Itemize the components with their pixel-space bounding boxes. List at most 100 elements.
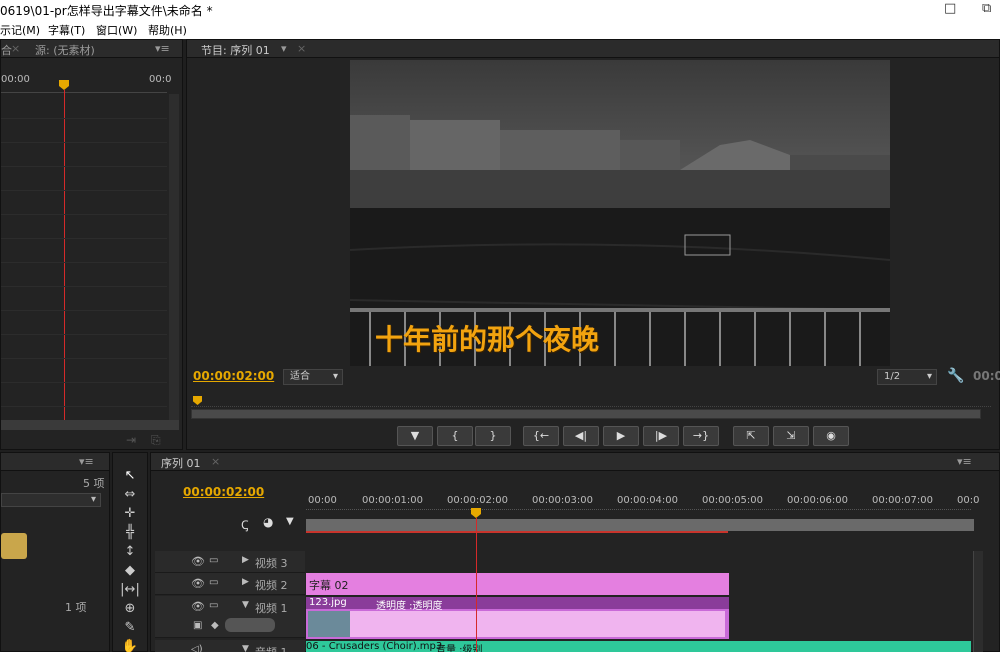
project-filter-select[interactable]: ▾	[1, 493, 101, 507]
ruler-line	[1, 92, 167, 93]
go-to-in-button[interactable]: {←	[523, 426, 559, 446]
panel-menu-icon[interactable]: ▾≡	[957, 455, 972, 468]
program-monitor: 节目: 序列 01 ▾ × 十年前的那个夜晚 00:00:02:00 适合 ▾ …	[186, 39, 1000, 450]
ruler-tick-label: 00:00	[308, 495, 337, 506]
go-to-out-button[interactable]: →}	[683, 426, 719, 446]
razor-tool-icon[interactable]: ◆	[119, 562, 141, 580]
fit-select-value: 适合	[290, 371, 310, 382]
program-timecode[interactable]: 00:00:02:00	[193, 369, 274, 383]
chevron-right-icon[interactable]: ▶	[242, 555, 249, 565]
mark-out-icon: }	[489, 429, 497, 442]
lock-icon[interactable]: ▭	[209, 555, 218, 566]
program-ruler[interactable]	[191, 395, 991, 407]
track-label: 音频 1	[255, 644, 288, 652]
ruler-tick-label: 00:00:06:00	[787, 495, 849, 506]
rate-stretch-tool-icon[interactable]: ↕	[119, 543, 141, 561]
marker-icon[interactable]: ▼	[286, 516, 294, 527]
menu-help[interactable]: 帮助(H)	[148, 22, 187, 38]
slip-tool-icon[interactable]: |↔|	[119, 581, 141, 599]
play-button[interactable]: ▶	[603, 426, 639, 446]
add-marker-icon[interactable]: ◕	[263, 515, 273, 529]
snap-icon[interactable]: Ꞔ	[241, 516, 249, 533]
menu-marker[interactable]: 示记(M)	[0, 22, 40, 38]
panel-menu-icon[interactable]: ▾≡	[79, 455, 94, 468]
panel-menu-icon[interactable]: ▾≡	[155, 42, 170, 55]
chevron-down-icon[interactable]: ▼	[242, 644, 249, 652]
tab-sequence[interactable]: 序列 01	[161, 455, 201, 471]
folder-icon[interactable]	[1, 533, 27, 559]
slide-tool-icon[interactable]: ⊕	[119, 600, 141, 618]
extract-icon: ⇲	[786, 429, 796, 442]
title-clip[interactable]: 字幕 02	[306, 573, 729, 595]
track-select-tool-icon[interactable]: ⇔	[119, 486, 141, 504]
program-duration: 00:0	[973, 369, 1000, 383]
extract-button[interactable]: ⇲	[773, 426, 809, 446]
ruler-tick-label: 00:00:02:00	[447, 495, 509, 506]
eye-icon[interactable]: 👁	[191, 555, 205, 568]
mark-in-button[interactable]: {	[437, 426, 473, 446]
playhead-icon[interactable]	[59, 80, 69, 90]
resolution-select[interactable]: 1/2 ▾	[877, 369, 937, 385]
keyframe-icon[interactable]: ◆	[211, 620, 219, 631]
audio-clip[interactable]: 06 - Crusaders (Choir).mp3 音量 :级别	[306, 641, 971, 652]
close-icon[interactable]: ×	[11, 42, 20, 55]
restore-button[interactable]: ⧉	[982, 1, 991, 16]
play-icon: ▶	[616, 429, 626, 442]
export-frame-button[interactable]: ◉	[813, 426, 849, 446]
rolling-edit-tool-icon[interactable]: ╬	[119, 524, 141, 542]
lift-icon: ⇱	[746, 429, 756, 442]
speaker-icon[interactable]: ◁)	[191, 644, 203, 652]
timeline-vscroll[interactable]	[973, 551, 983, 652]
go-to-in-icon: {←	[532, 429, 550, 442]
clip-label: 123.jpg	[309, 597, 347, 608]
chevron-down-icon: ▾	[332, 371, 338, 382]
lock-icon[interactable]: ▭	[209, 600, 218, 611]
wrench-icon[interactable]: 🔧	[947, 368, 964, 384]
lift-button[interactable]: ⇱	[733, 426, 769, 446]
tab-source[interactable]: 源: (无素材)	[35, 42, 95, 58]
close-icon[interactable]: ×	[211, 455, 220, 468]
dropdown-icon[interactable]: ▾	[281, 42, 287, 55]
ruler-tick-label: 00:00:04:00	[617, 495, 679, 506]
image-clip[interactable]: 123.jpg 透明度 :透明度	[306, 597, 729, 639]
ruler-ticks	[306, 509, 971, 515]
track-label: 视频 3	[255, 557, 288, 570]
timeline-panel: 序列 01 × ▾≡ 00:00:02:00 Ꞔ ◕ ▼ 00:00 00:00…	[150, 452, 1000, 652]
source-hscroll[interactable]	[1, 420, 179, 430]
step-forward-button[interactable]: |▶	[643, 426, 679, 446]
menu-window[interactable]: 窗口(W)	[96, 22, 137, 38]
menu-bar: 示记(M) 字幕(T) 窗口(W) 帮助(H)	[0, 20, 1000, 39]
timeline-ruler[interactable]: 00:00 00:00:01:00 00:00:02:00 00:00:03:0…	[306, 491, 979, 519]
clip-effect-label[interactable]: 透明度 :透明度	[376, 597, 443, 612]
chevron-right-icon[interactable]: ▶	[242, 577, 249, 587]
maximize-button[interactable]: □	[944, 1, 956, 16]
tab-program[interactable]: 节目: 序列 01	[201, 42, 270, 58]
track-header-video3: 👁 ▭ ▶ 视频 3	[155, 551, 305, 573]
step-back-button[interactable]: ◀|	[563, 426, 599, 446]
keyframe-nav[interactable]	[225, 618, 275, 632]
mark-out-button[interactable]: }	[475, 426, 511, 446]
menu-title[interactable]: 字幕(T)	[48, 22, 85, 38]
fit-select[interactable]: 适合 ▾	[283, 369, 343, 385]
close-icon[interactable]: ×	[297, 42, 306, 55]
chevron-down-icon[interactable]: ▼	[242, 600, 249, 610]
eye-icon[interactable]: 👁	[191, 600, 205, 613]
ripple-edit-tool-icon[interactable]: ✛	[119, 505, 141, 523]
eye-icon[interactable]: 👁	[191, 577, 205, 590]
overwrite-icon[interactable]: ⎘	[151, 433, 161, 448]
title-bar: 0619\01-pr怎样导出字幕文件\未命名 * □ ⧉	[0, 0, 1000, 20]
insert-icon[interactable]: ⇥	[126, 433, 136, 447]
selection-tool-icon[interactable]: ↖	[119, 467, 141, 485]
chevron-down-icon: ▾	[90, 494, 96, 505]
display-style-icon[interactable]: ▣	[193, 620, 202, 631]
timeline-timecode[interactable]: 00:00:02:00	[183, 485, 264, 499]
hand-tool-icon[interactable]: ✋	[119, 638, 141, 652]
marker-button[interactable]: ▼	[397, 426, 433, 446]
source-vscroll[interactable]	[169, 94, 179, 424]
mark-in-icon: {	[451, 429, 459, 442]
track-label: 视频 2	[255, 579, 288, 592]
pen-tool-icon[interactable]: ✎	[119, 619, 141, 637]
lock-icon[interactable]: ▭	[209, 577, 218, 588]
program-zoom-scroll[interactable]	[191, 409, 981, 419]
work-area-bar[interactable]	[306, 519, 974, 531]
